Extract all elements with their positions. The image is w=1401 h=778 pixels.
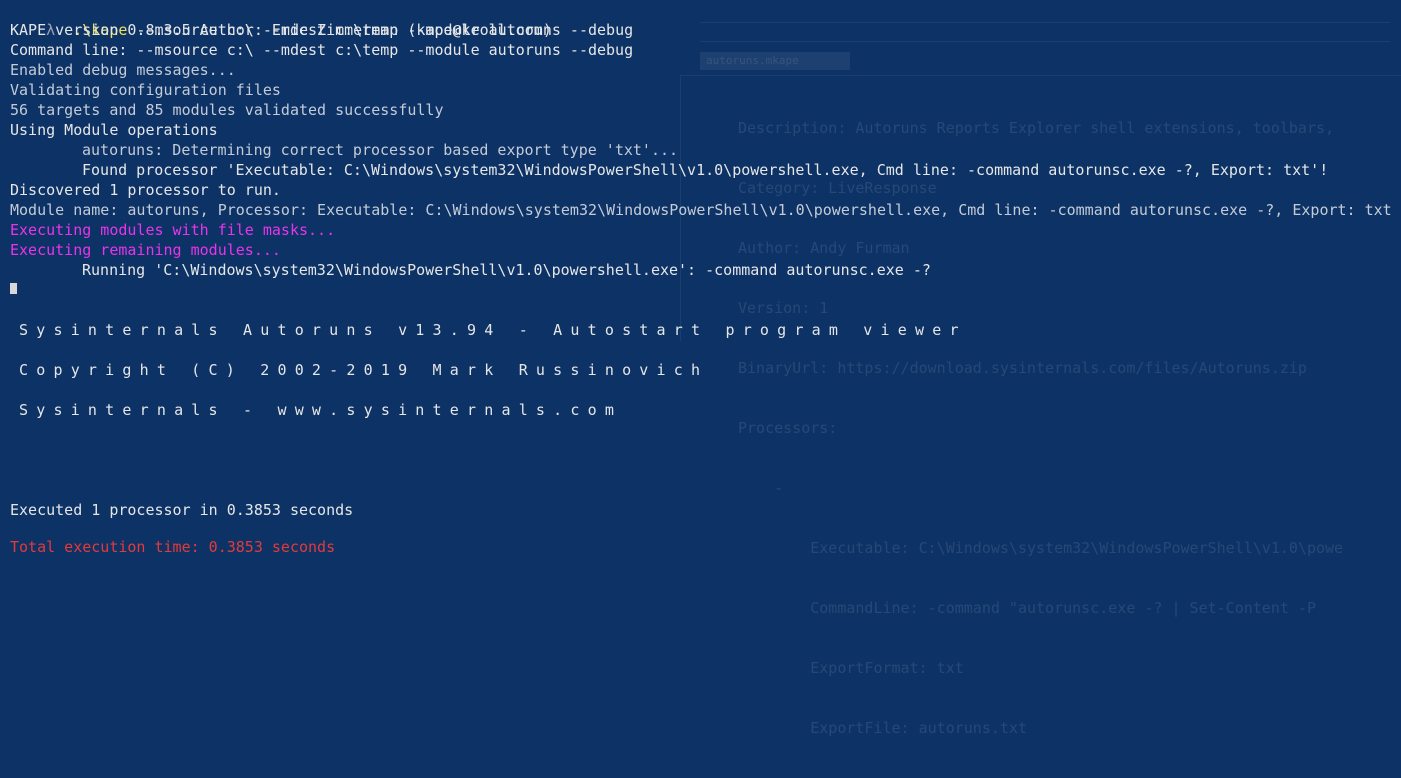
version-line: KAPE version 0.8.3.5 Author: Eric Zimmer… — [10, 21, 552, 39]
terminal-cursor — [10, 283, 17, 294]
sysinternals-title-line: Sysinternals Autoruns v13.94 - Autostart… — [19, 321, 967, 339]
found-processor-line: Found processor 'Executable: C:\Windows\… — [82, 161, 1329, 179]
background-line: CommandLine: -command "autorunsc.exe -? … — [738, 599, 1316, 617]
background-line: ExportFormat: txt — [738, 659, 964, 677]
command-line-echo: Command line: --msource c:\ --mdest c:\t… — [10, 41, 634, 59]
discovered-line: Discovered 1 processor to run. — [10, 181, 281, 199]
validating-line: Validating configuration files — [10, 81, 281, 99]
determining-line: autoruns: Determining correct processor … — [82, 141, 679, 159]
validated-line: 56 targets and 85 modules validated succ… — [10, 101, 444, 119]
total-execution-line: Total execution time: 0.3853 seconds — [10, 538, 336, 556]
prompt-line: λ .\kape --msource c:\ --mdest c:\temp -… — [10, 0, 633, 39]
module-name-line: Module name: autoruns, Processor: Execut… — [10, 201, 1392, 219]
debug-line: Enabled debug messages... — [10, 61, 236, 79]
using-module-line: Using Module operations — [10, 121, 218, 139]
sysinternals-url-line: Sysinternals - www.sysinternals.com — [19, 401, 623, 419]
copyright-line: Copyright (C) 2002-2019 Mark Russinovich — [19, 361, 709, 379]
exec-remaining-line: Executing remaining modules... — [10, 241, 281, 259]
terminal-output[interactable]: λ .\kape --msource c:\ --mdest c:\temp -… — [10, 0, 1401, 556]
executed-line: Executed 1 processor in 0.3853 seconds — [10, 501, 354, 519]
exec-file-masks-line: Executing modules with file masks... — [10, 221, 336, 239]
background-line: ExportFile: autoruns.txt — [738, 719, 1027, 737]
running-line: Running 'C:\Windows\system32\WindowsPowe… — [82, 261, 931, 279]
